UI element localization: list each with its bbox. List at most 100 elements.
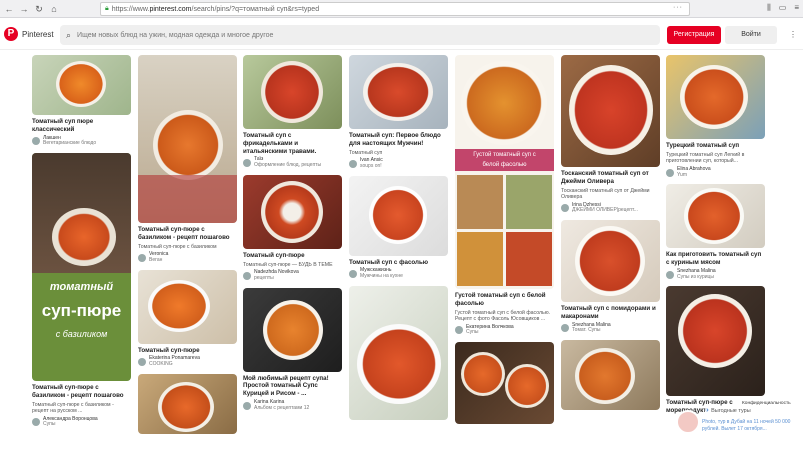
library-icon[interactable]: ⫼ (767, 3, 771, 13)
pin-title[interactable]: Томатный суп с фасолью (349, 259, 448, 267)
pin-image[interactable] (666, 55, 765, 139)
login-button[interactable]: Войти (725, 26, 777, 44)
pin-image[interactable] (561, 55, 660, 167)
pin-image[interactable] (561, 220, 660, 302)
avatar[interactable] (138, 358, 146, 366)
sidebar-icon[interactable]: ▭ (779, 3, 787, 13)
pin-card[interactable] (138, 373, 237, 434)
pin-title[interactable]: Томатный суп-пюре (243, 252, 342, 260)
pin-image[interactable] (243, 174, 342, 249)
pin-image[interactable] (138, 269, 237, 344)
avatar[interactable] (243, 159, 251, 167)
avatar[interactable] (32, 418, 40, 427)
pin-card[interactable]: Как приготовить томатный суп с куриным м… (666, 184, 765, 280)
pin-card[interactable]: Мой любимый рецепт супа! Простой томатны… (243, 287, 342, 412)
pin-title[interactable]: Томатный суп с помидорами и макаронами (561, 305, 660, 321)
pin-board[interactable]: Yum (677, 172, 711, 179)
pin-title[interactable]: Томатный суп с фрикадельками и итальянск… (243, 132, 342, 155)
pin-card[interactable]: Томатный суп с фасолью Мужскажизнь Мужчин… (349, 175, 448, 280)
pin-board[interactable]: Супы (43, 421, 98, 428)
pin-image[interactable] (666, 184, 765, 249)
avatar[interactable] (666, 168, 674, 177)
pin-title[interactable]: Тосканский томатный суп от Джейми Оливер… (561, 170, 660, 186)
brand-name[interactable]: Pinterest (22, 30, 54, 39)
pin-title[interactable]: Томатный суп-пюре с базиликом - рецепт п… (138, 226, 237, 242)
pin-title[interactable]: Томатный суп-пюре с базиликом - рецепт п… (32, 384, 131, 400)
pin-title[interactable]: Густой томатный суп с белой фасолью (455, 292, 554, 308)
pin-board[interactable]: рецепты (254, 275, 299, 282)
privacy-link[interactable]: Конфиденциальность (742, 401, 791, 406)
pin-card[interactable]: Томатный суп с помидорами и макаронами S… (561, 220, 660, 334)
pin-card[interactable]: томатный суп-пюре с базиликом Томатный с… (32, 153, 131, 428)
pin-image[interactable] (243, 55, 342, 129)
forward-icon[interactable]: → (18, 3, 30, 15)
pin-board[interactable]: Веган (149, 257, 168, 264)
reload-icon[interactable]: ↻ (33, 3, 45, 15)
avatar[interactable] (349, 270, 357, 278)
avatar[interactable] (138, 253, 146, 262)
ad-text[interactable]: Photo, тур в Дубай на 11 ночей 50 000 ру… (702, 419, 802, 432)
pin-board[interactable]: soups on! (360, 163, 383, 170)
address-bar[interactable]: 🔒︎ https://www. pinterest.com/search/pins… (100, 2, 690, 16)
pin-card[interactable]: Томатный суп пюре классический Лакшен Вег… (32, 55, 131, 147)
pin-title[interactable]: Как приготовить томатный суп с куриным м… (666, 251, 765, 267)
pin-board[interactable]: Оформление блюд, рецепты (254, 162, 321, 169)
pin-card[interactable]: Томатный суп-пюре с базиликом - рецепт п… (138, 55, 237, 264)
pin-image[interactable] (32, 55, 131, 115)
pin-board[interactable]: Мужчины на кухне (360, 273, 403, 280)
pin-card[interactable]: Томатный суп: Первое блюдо для настоящих… (349, 55, 448, 170)
pin-image[interactable] (349, 55, 448, 129)
pin-board[interactable]: COOKING (149, 361, 200, 368)
pin-card[interactable]: Густой томатный суп с белой фасолью Густ… (455, 55, 554, 336)
pin-image[interactable] (455, 342, 554, 424)
avatar[interactable] (561, 204, 569, 213)
more-icon[interactable]: ⋮ (789, 30, 797, 39)
pin-board[interactable]: ДЖЕЙМИ ОЛИВЕР|рецепт... (572, 207, 638, 214)
pin-image[interactable] (666, 286, 765, 397)
pin-board[interactable]: Супы из курицы (677, 274, 716, 281)
avatar[interactable] (666, 270, 674, 279)
pin-author[interactable]: Snezhana Malina (677, 268, 716, 274)
pin-image[interactable]: Густой томатный суп с белой фасолью (455, 55, 554, 289)
avatar[interactable] (243, 401, 251, 410)
ad-toast[interactable]: ✈ Выгодные туры (705, 408, 775, 419)
pin-image[interactable] (349, 285, 448, 420)
avatar[interactable] (243, 271, 251, 280)
page-actions-icon[interactable]: ··· (673, 4, 683, 11)
pin-board[interactable]: Альбом с рецептами 12 (254, 405, 309, 412)
pin-board[interactable]: Вегетарианские блюдо (43, 140, 96, 147)
pin-card[interactable]: Томатный суп-пюре Томатный суп-пюре — БУ… (243, 174, 342, 282)
pin-title[interactable]: Мой любимый рецепт супа! Простой томатны… (243, 375, 342, 398)
pin-card[interactable]: Турецкий томатный суп Турецкий томатный … (666, 55, 765, 178)
pin-card[interactable]: Томатный суп с фрикадельками и итальянск… (243, 55, 342, 169)
menu-icon[interactable]: ≡ (794, 3, 799, 13)
pin-card[interactable] (349, 285, 448, 420)
pin-image[interactable] (561, 340, 660, 410)
pin-image[interactable] (243, 287, 342, 372)
search-input[interactable]: ⌕ Ищем новых блюд на ужин, модная одежда… (60, 25, 660, 45)
avatar[interactable] (32, 137, 40, 146)
avatar[interactable] (561, 324, 569, 333)
register-button[interactable]: Регистрация (667, 26, 721, 44)
pinterest-logo-icon[interactable]: P (4, 27, 18, 41)
pin-card[interactable]: Томатный суп-пюре Ekaterina Ponamareva CO… (138, 269, 237, 368)
pin-title[interactable]: Томатный суп-пюре (138, 347, 237, 355)
pin-title[interactable]: Турецкий томатный суп (666, 142, 765, 150)
pin-card[interactable] (455, 342, 554, 424)
pin-board[interactable]: Томат. Супы (572, 327, 611, 334)
pin-image[interactable] (349, 175, 448, 256)
pin-card[interactable]: Томатный суп-пюре с морепродуктами (666, 286, 765, 415)
back-icon[interactable]: ← (3, 3, 15, 15)
pin-image[interactable] (138, 373, 237, 434)
pin-title[interactable]: Томатный суп пюре классический (32, 118, 131, 134)
pin-image[interactable] (138, 55, 237, 223)
home-icon[interactable]: ⌂ (48, 3, 60, 15)
pin-image[interactable]: томатный суп-пюре с базиликом (32, 153, 131, 381)
avatar[interactable] (455, 326, 463, 335)
pin-board[interactable]: Супы (466, 329, 514, 336)
floating-avatar[interactable] (676, 410, 700, 434)
pin-author[interactable]: Karina Karina (254, 399, 284, 405)
pin-card[interactable] (561, 340, 660, 410)
pin-title[interactable]: Томатный суп: Первое блюдо для настоящих… (349, 132, 448, 148)
pin-card[interactable]: Тосканский томатный суп от Джейми Оливер… (561, 55, 660, 214)
